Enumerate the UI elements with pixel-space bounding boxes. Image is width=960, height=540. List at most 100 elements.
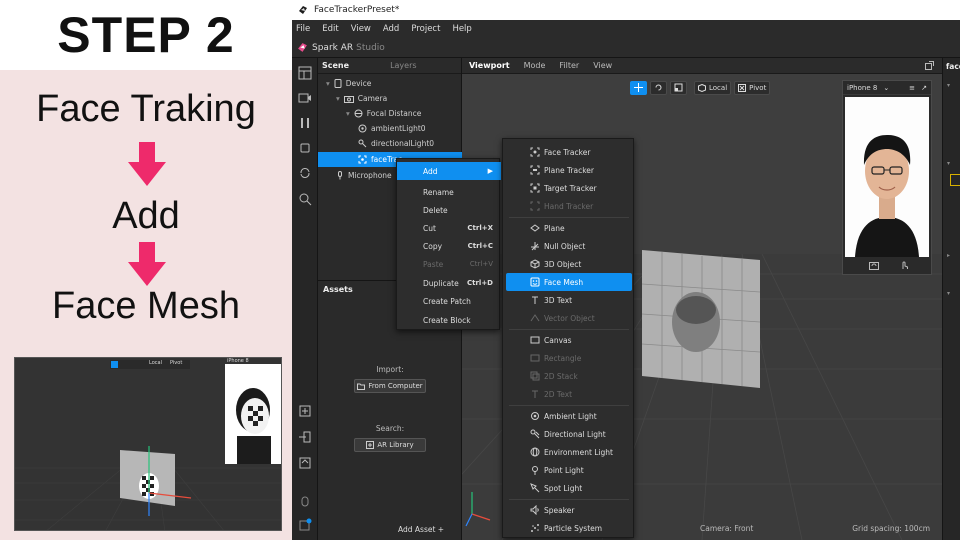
touch-icon[interactable] [899, 261, 909, 270]
tab-viewport[interactable]: Viewport [462, 61, 517, 70]
tree-item-focal-distance[interactable]: ▾ Focal Distance [318, 106, 462, 121]
rectangle-icon [530, 354, 540, 362]
collapse-arrow-icon[interactable]: ▾ [346, 109, 350, 118]
video-icon[interactable] [298, 91, 312, 105]
add-point-light[interactable]: Point Light [503, 461, 635, 479]
tab-layers[interactable]: Layers [386, 61, 421, 70]
add-3d-object[interactable]: 3D Object [503, 255, 635, 273]
menu-lines-icon[interactable]: ≡ [909, 84, 915, 92]
ar-library-button[interactable]: AR Library [354, 438, 426, 452]
add-vector-object[interactable]: Vector Object [503, 309, 635, 327]
context-menu-cut[interactable]: Cut Ctrl+X [397, 219, 501, 237]
add-rectangle[interactable]: Rectangle [503, 349, 635, 367]
add-spot-light[interactable]: Spot Light [503, 479, 635, 497]
add-null-object[interactable]: Null Object [503, 237, 635, 255]
down-arrow-icon [128, 242, 166, 286]
context-menu-rename[interactable]: Rename [397, 183, 501, 201]
tab-mode[interactable]: Mode [517, 61, 553, 70]
shortcut-label: Ctrl+V [469, 260, 493, 268]
add-speaker[interactable]: Speaker [503, 501, 635, 519]
add-face-mesh[interactable]: Face Mesh [506, 273, 632, 291]
menu-item-label: Create Block [423, 315, 471, 325]
tab-view[interactable]: View [586, 61, 619, 70]
collapse-arrow-icon[interactable]: ▾ [326, 79, 330, 88]
context-menu-create-patch[interactable]: Create Patch [397, 292, 501, 310]
camera-icon [343, 95, 354, 103]
import-icon[interactable] [298, 404, 312, 418]
notifications-icon[interactable] [298, 518, 312, 532]
add-plane-tracker[interactable]: Plane Tracker [503, 161, 635, 179]
rotate-icon [655, 84, 662, 91]
switch-camera-icon[interactable] [869, 261, 879, 270]
debug-icon[interactable] [298, 494, 312, 508]
menu-item-label: Speaker [544, 505, 575, 515]
tree-item-device[interactable]: ▾ Device [318, 76, 462, 91]
tab-scene[interactable]: Scene [318, 61, 354, 70]
tab-filter[interactable]: Filter [552, 61, 586, 70]
context-menu-delete[interactable]: Delete [397, 201, 501, 219]
move-tool-button[interactable] [630, 80, 647, 95]
menu-separator [509, 217, 629, 218]
menu-add[interactable]: Add [383, 24, 399, 34]
menu-item-label: Create Patch [423, 296, 471, 306]
menu-item-label: Target Tracker [544, 183, 597, 193]
add-directional-light[interactable]: Directional Light [503, 425, 635, 443]
tree-item-ambient-light[interactable]: ambientLight0 [318, 121, 462, 136]
layout-icon[interactable] [298, 66, 312, 80]
login-icon[interactable] [298, 430, 312, 444]
collapse-arrow-icon[interactable]: ▾ [336, 94, 340, 103]
device-selector[interactable]: iPhone 8 ⌄ ≡ ↗ [843, 81, 931, 95]
ambient-light-icon [358, 124, 367, 133]
popout-icon[interactable] [925, 61, 934, 70]
local-space-button[interactable]: Local [694, 80, 732, 95]
search-icon[interactable] [298, 192, 312, 206]
collapse-arrow-icon[interactable]: ▸ [947, 252, 950, 259]
add-canvas[interactable]: Canvas [503, 331, 635, 349]
context-menu-copy[interactable]: Copy Ctrl+C [397, 237, 501, 255]
spot-light-icon [530, 483, 540, 493]
menu-view[interactable]: View [351, 24, 371, 34]
collapse-arrow-icon[interactable]: ▾ [947, 82, 950, 89]
rotate-tool-button[interactable] [650, 80, 667, 95]
collapse-arrow-icon[interactable]: ▾ [947, 290, 950, 297]
menu-edit[interactable]: Edit [322, 24, 338, 34]
add-particle-system[interactable]: Particle System [503, 519, 635, 537]
texture-slot[interactable] [950, 174, 960, 186]
add-hand-tracker[interactable]: Hand Tracker [503, 197, 635, 215]
upload-icon[interactable] [298, 456, 312, 470]
pause-icon[interactable] [298, 116, 312, 130]
from-computer-button[interactable]: From Computer [354, 379, 426, 393]
collapse-arrow-icon[interactable]: ▾ [947, 160, 950, 167]
tree-item-camera[interactable]: ▾ Camera [318, 91, 462, 106]
add-ambient-light[interactable]: Ambient Light [503, 407, 635, 425]
add-2d-text[interactable]: 2D Text [503, 385, 635, 403]
context-menu-paste[interactable]: Paste Ctrl+V [397, 255, 501, 273]
scale-tool-button[interactable] [670, 80, 687, 95]
folder-icon [357, 383, 366, 390]
popout-icon[interactable]: ↗ [921, 84, 927, 92]
menu-project[interactable]: Project [411, 24, 440, 34]
pivot-button[interactable]: Pivot [734, 80, 771, 95]
menu-help[interactable]: Help [452, 24, 471, 34]
add-asset-button[interactable]: Add Asset + [398, 525, 444, 534]
add-environment-light[interactable]: Environment Light [503, 443, 635, 461]
tree-item-label: Camera [357, 94, 388, 103]
menu-item-label: Hand Tracker [544, 201, 594, 211]
microphone-icon [338, 171, 342, 180]
context-menu-add[interactable]: Add ▶ [397, 162, 501, 180]
add-3d-text[interactable]: 3D Text [503, 291, 635, 309]
add-face-tracker[interactable]: Face Tracker [503, 143, 635, 161]
context-menu-duplicate[interactable]: Duplicate Ctrl+D [397, 274, 501, 292]
search-label: Search: [375, 424, 405, 433]
tree-item-directional-light[interactable]: directionalLight0 [318, 136, 462, 151]
menu-item-label: Rename [423, 187, 454, 197]
add-target-tracker[interactable]: Target Tracker [503, 179, 635, 197]
add-plane[interactable]: Plane [503, 219, 635, 237]
menu-file[interactable]: File [296, 24, 310, 34]
context-menu-create-block[interactable]: Create Block [397, 311, 501, 329]
add-2d-stack[interactable]: 2D Stack [503, 367, 635, 385]
menu-item-label: Copy [423, 241, 443, 251]
chevron-down-icon[interactable]: ⌄ [883, 84, 889, 92]
stop-icon[interactable] [298, 141, 312, 155]
refresh-icon[interactable] [298, 166, 312, 180]
